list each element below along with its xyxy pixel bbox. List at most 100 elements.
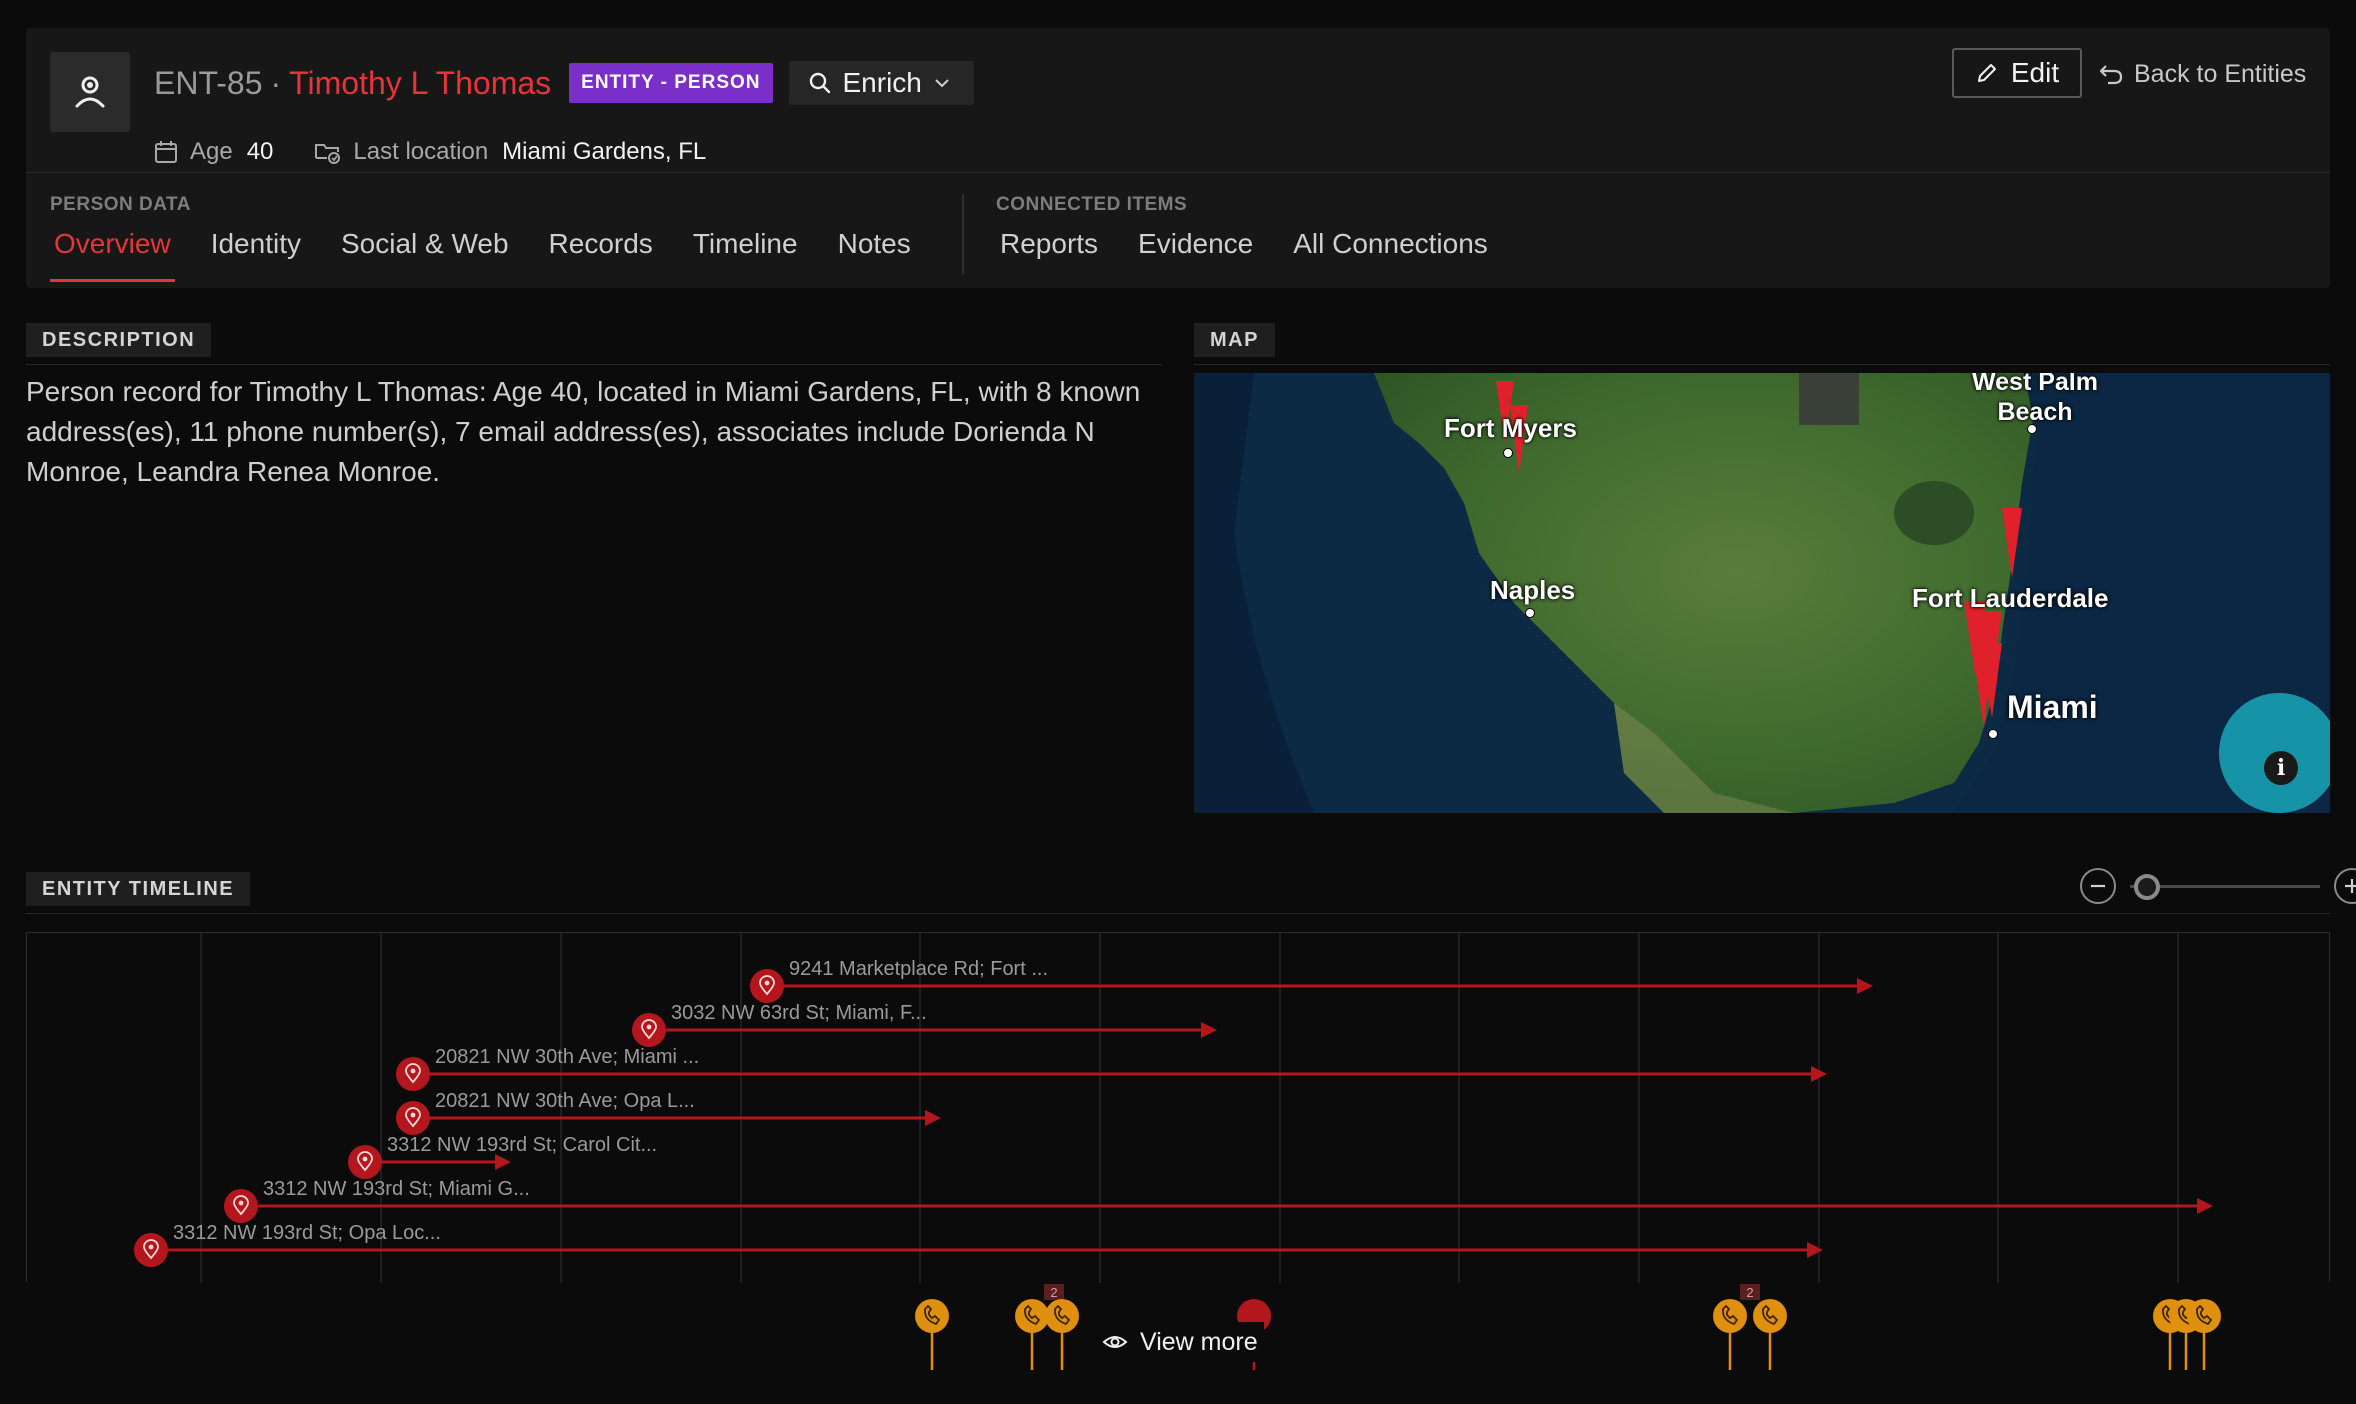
cluster-count-label: 2 (1050, 1285, 1057, 1300)
map-rule (1194, 364, 2330, 365)
address-event-label: 3312 NW 193rd St; Carol Cit... (387, 1134, 658, 1156)
entity-type-badge: ENTITY - PERSON (569, 63, 773, 103)
pin-glyph-dot (148, 1244, 154, 1250)
back-to-entities-link[interactable]: Back to Entities (2098, 52, 2306, 96)
view-more-label: View more (1140, 1327, 1258, 1356)
location-pin-icon[interactable] (750, 969, 784, 1003)
imagery-gap (1799, 373, 1859, 425)
tab-records[interactable]: Records (545, 226, 657, 282)
phone-icon (1015, 1299, 1049, 1333)
location-pin-icon[interactable] (396, 1101, 430, 1135)
zoom-slider-handle[interactable] (2134, 874, 2160, 900)
map-section-label: MAP (1194, 323, 1275, 357)
phone-icon (1045, 1299, 1079, 1333)
edit-button[interactable]: Edit (1952, 48, 2082, 98)
edit-label: Edit (2010, 57, 2060, 88)
location-pin-icon[interactable] (224, 1189, 258, 1223)
city-dot-naples (1525, 608, 1535, 618)
phone-icon (1753, 1299, 1787, 1333)
view-more-button[interactable]: View more (1096, 1322, 1264, 1362)
tab-identity[interactable]: Identity (207, 226, 305, 282)
phone-icon (1713, 1299, 1747, 1333)
entity-header: ENT-85 · Timothy L Thomas ENTITY - PERSO… (26, 28, 2330, 288)
minus-icon[interactable] (2080, 868, 2116, 904)
address-event-label: 20821 NW 30th Ave; Miami ... (435, 1046, 700, 1068)
phone-event-pin[interactable] (1713, 1299, 1747, 1370)
pin-glyph-dot (238, 1200, 244, 1206)
meta-row: Age 40 Last location Miami Gardens, FL (154, 132, 706, 172)
span-arrowhead (1857, 978, 1873, 994)
timeline-rule (26, 913, 2330, 914)
location-history-icon (315, 144, 341, 164)
address-event-label: 3312 NW 193rd St; Miami G... (263, 1178, 530, 1200)
tab-overview[interactable]: Overview (50, 226, 175, 282)
span-arrowhead (1807, 1242, 1823, 1258)
description-text: Person record for Timothy L Thomas: Age … (26, 376, 1141, 487)
phone-event-pin[interactable] (915, 1299, 949, 1370)
timeline-zoom-control (2080, 866, 2356, 906)
location-value: Miami Gardens, FL (502, 138, 707, 165)
city-label-fort-lauderdale: Fort Lauderdale (1912, 583, 2109, 613)
person-data-group-label: PERSON DATA (50, 194, 191, 215)
timeline-canvas[interactable]: 9241 Marketplace Rd; Fort ... 3032 NW 63r… (26, 932, 2330, 1283)
lake-okeechobee-area (1894, 481, 1974, 545)
enrich-dropdown-button[interactable]: Enrich (788, 61, 974, 105)
tab-evidence[interactable]: Evidence (1134, 226, 1257, 282)
phone-event-pin[interactable] (1753, 1299, 1787, 1370)
tab-social-web[interactable]: Social & Web (337, 226, 513, 282)
city-dot-fort-myers (1503, 448, 1513, 458)
location-pin-icon[interactable] (632, 1013, 666, 1047)
pin-glyph-dot (410, 1112, 416, 1118)
city-label-fort-myers: Fort Myers (1444, 413, 1577, 443)
phone-event-pin[interactable] (1015, 1299, 1049, 1370)
tab-group-divider (962, 194, 964, 274)
search-icon (809, 72, 830, 94)
address-event-label: 3032 NW 63rd St; Miami, F... (671, 1002, 927, 1024)
connected-tabs: Reports Evidence All Connections (996, 226, 1524, 282)
info-icon[interactable]: i (2264, 751, 2298, 785)
pin-glyph-dot (362, 1156, 368, 1162)
city-label-naples: Naples (1490, 575, 1576, 605)
zoom-slider[interactable] (2130, 868, 2320, 904)
span-arrowhead (1201, 1022, 1217, 1038)
location-label: Last location (353, 138, 489, 165)
map-view[interactable]: West Palm Beach Fort Myers Naples Fort L… (1194, 373, 2330, 813)
tab-reports[interactable]: Reports (996, 226, 1102, 282)
address-event-label: 9241 Marketplace Rd; Fort ... (789, 958, 1049, 980)
span-arrowhead (925, 1110, 941, 1126)
span-arrowhead (2197, 1198, 2213, 1214)
phone-event-pin[interactable] (2187, 1299, 2221, 1370)
calendar-icon (155, 141, 177, 163)
eye-icon (1102, 1336, 1128, 1348)
entity-name: Timothy L Thomas (289, 64, 552, 101)
tab-all-connections[interactable]: All Connections (1289, 226, 1492, 282)
enrich-label: Enrich (842, 67, 922, 98)
phone-icon (915, 1299, 949, 1333)
back-label: Back to Entities (2134, 59, 2307, 88)
phone-icon (2187, 1299, 2221, 1333)
plus-glyph (2345, 879, 2356, 893)
entity-id: ENT-85 (154, 64, 263, 101)
phone-event-pin[interactable] (1045, 1299, 1079, 1370)
chevron-down-icon (935, 79, 949, 88)
location-pin-icon[interactable] (396, 1057, 430, 1091)
tab-notes[interactable]: Notes (834, 226, 915, 282)
header-divider (26, 172, 2330, 173)
pencil-icon (1977, 64, 1996, 82)
description-section-label: DESCRIPTION (26, 323, 212, 357)
plus-icon[interactable] (2334, 868, 2356, 904)
title-row: ENT-85 · Timothy L Thomas ENTITY - PERSO… (154, 58, 974, 108)
pin-glyph-dot (646, 1024, 652, 1030)
description-rule (26, 364, 1162, 365)
title-separator: · (270, 64, 282, 101)
location-pin-icon[interactable] (348, 1145, 382, 1179)
person-icon (75, 76, 105, 108)
city-label-miami: Miami (2007, 689, 2098, 725)
city-dot-miami (1988, 729, 1998, 739)
map-canvas[interactable] (1194, 373, 2330, 813)
location-pin-icon[interactable] (134, 1233, 168, 1267)
age-value: 40 (246, 138, 274, 165)
address-event-label: 3312 NW 193rd St; Opa Loc... (173, 1222, 441, 1244)
tab-timeline[interactable]: Timeline (689, 226, 802, 282)
person-tabs: Overview Identity Social & Web Records T… (50, 226, 947, 282)
